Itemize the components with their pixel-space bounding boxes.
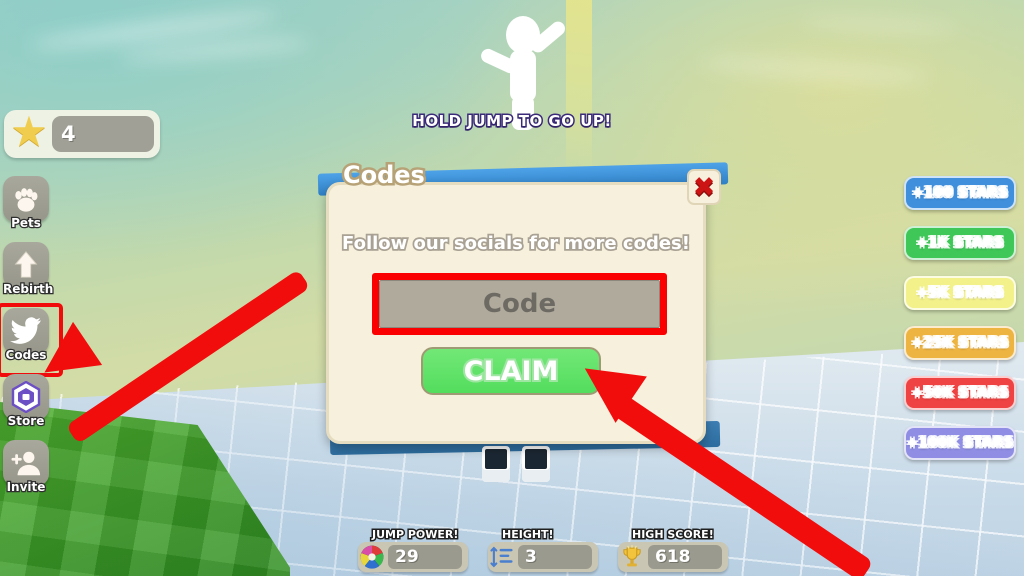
avatar-feet — [482, 446, 562, 486]
stats-bar: JUMP POWER! 29 HEIGHT! 3 HIGH SCORE! 618 — [358, 527, 728, 572]
claim-button[interactable]: CLAIM — [421, 347, 601, 395]
star-rewards-panel: +100 STARS +1K STARS +5K STARS +25K STAR… — [904, 176, 1016, 476]
stat-value: 29 — [388, 545, 462, 569]
stat-title: HIGH SCORE! — [631, 527, 716, 543]
reward-label: +1K STARS — [916, 235, 1004, 251]
reward-button-100[interactable]: +100 STARS — [904, 176, 1016, 210]
code-input[interactable]: Code — [379, 280, 660, 328]
reward-label: +5K STARS — [916, 285, 1004, 301]
star-icon: ★ — [10, 107, 48, 156]
avatar-foot-left — [482, 446, 510, 482]
height-ruler-icon — [488, 543, 516, 571]
reward-button-25k[interactable]: +25K STARS — [904, 326, 1016, 360]
star-counter[interactable]: ★ 4 — [4, 110, 160, 158]
avatar-head — [506, 16, 540, 54]
stat-high-score: HIGH SCORE! 618 — [618, 527, 728, 572]
stat-height: HEIGHT! 3 — [488, 527, 598, 572]
code-input-highlight: Code — [372, 273, 667, 335]
reward-button-100k[interactable]: +100K STARS — [904, 426, 1016, 460]
sidebar-item-invite[interactable]: Invite — [3, 440, 49, 496]
sidebar-item-label: Pets — [10, 215, 42, 232]
stat-value: 618 — [648, 545, 722, 569]
dialog-title: Codes — [341, 159, 428, 192]
codes-dialog: Codes ✖ Follow our socials for more code… — [326, 159, 721, 444]
sidebar-menu: Pets Rebirth Codes Store Invite — [0, 176, 63, 506]
stat-body: 3 — [488, 542, 598, 572]
avatar-torso — [510, 50, 536, 102]
sidebar-item-store[interactable]: Store — [3, 374, 49, 430]
stat-title: JUMP POWER! — [370, 527, 459, 543]
sidebar-item-label: Codes — [4, 347, 47, 364]
reward-button-1k[interactable]: +1K STARS — [904, 226, 1016, 260]
color-wheel-icon — [358, 543, 386, 571]
stat-body: 618 — [618, 542, 728, 572]
sidebar-item-label: Store — [6, 413, 45, 430]
dialog-subtitle: Follow our socials for more codes! — [340, 231, 691, 256]
reward-button-5k[interactable]: +5K STARS — [904, 276, 1016, 310]
game-viewport: HOLD JUMP TO GO UP! ★ 4 Pets Rebirth Cod… — [0, 0, 1024, 576]
sidebar-item-codes[interactable]: Codes — [0, 303, 63, 377]
reward-label: +100K STARS — [906, 435, 1014, 451]
sidebar-item-pets[interactable]: Pets — [3, 176, 49, 232]
stat-jump-power: JUMP POWER! 29 — [358, 527, 468, 572]
avatar-foot-right — [522, 446, 550, 482]
reward-button-50k[interactable]: +50K STARS — [904, 376, 1016, 410]
sidebar-item-label: Rebirth — [2, 281, 55, 298]
reward-label: +50K STARS — [911, 385, 1009, 401]
stat-title: HEIGHT! — [501, 527, 556, 543]
sidebar-item-rebirth[interactable]: Rebirth — [2, 242, 55, 298]
close-icon[interactable]: ✖ — [687, 169, 721, 205]
star-count-value: 4 — [52, 116, 154, 152]
stat-body: 29 — [358, 542, 468, 572]
trophy-icon — [618, 543, 646, 571]
reward-label: +100 STARS — [911, 185, 1009, 201]
reward-label: +25K STARS — [911, 335, 1009, 351]
stat-value: 3 — [518, 545, 592, 569]
sidebar-item-label: Invite — [5, 479, 46, 496]
